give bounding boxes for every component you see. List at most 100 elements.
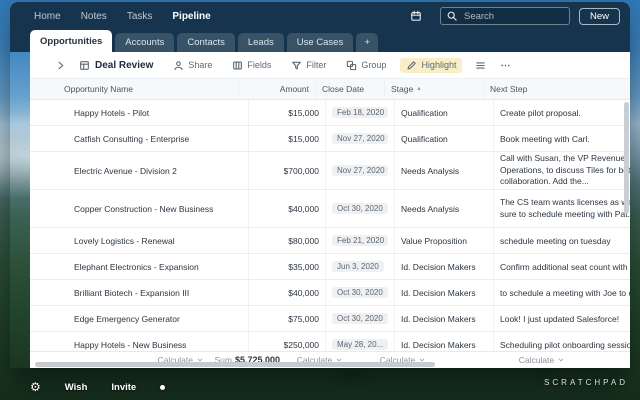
- cell-close-date[interactable]: Feb 18, 2020: [326, 100, 395, 125]
- cell-stage[interactable]: Id. Decision Makers: [395, 306, 494, 331]
- sort-asc-icon: ▲: [416, 86, 421, 92]
- date-badge: May 28, 20...: [332, 339, 388, 350]
- cell-close-date[interactable]: Jun 3, 2020: [326, 254, 395, 279]
- cell-opportunity-name[interactable]: Catfish Consulting - Enterprise: [30, 126, 249, 151]
- cell-opportunity-name[interactable]: Copper Construction - New Business: [30, 190, 249, 227]
- column-header-amount[interactable]: Amount: [239, 79, 316, 99]
- toolbar-buttons: Share Fields Filter Group Highlight: [167, 58, 470, 73]
- tab-accounts[interactable]: Accounts: [115, 33, 174, 52]
- cell-next-step[interactable]: Create pilot proposal.: [494, 100, 630, 125]
- nav-item-notes[interactable]: Notes: [81, 11, 107, 22]
- dots-icon: [500, 60, 511, 71]
- cell-next-step[interactable]: Call with Susan, the VP Revenue Operatio…: [494, 152, 630, 189]
- cell-stage[interactable]: Needs Analysis: [395, 152, 494, 189]
- cell-amount[interactable]: $250,000: [249, 332, 326, 351]
- cell-stage[interactable]: Id. Decision Makers: [395, 254, 494, 279]
- cell-next-step[interactable]: The CS team wants licenses as well. Be s…: [494, 190, 630, 227]
- cell-opportunity-name[interactable]: Edge Emergency Generator: [30, 306, 249, 331]
- calendar-icon: [410, 10, 422, 22]
- cell-next-step[interactable]: to schedule a meeting with Joe to create…: [494, 280, 630, 305]
- cell-amount[interactable]: $80,000: [249, 228, 326, 253]
- vertical-scrollbar[interactable]: [624, 102, 629, 214]
- column-header-next-step[interactable]: Next Step: [484, 79, 630, 99]
- cell-close-date[interactable]: Oct 30, 2020: [326, 190, 395, 227]
- person-icon: [173, 60, 184, 71]
- table-body: Happy Hotels - Pilot $15,000 Feb 18, 202…: [30, 100, 630, 351]
- cell-stage[interactable]: Qualification: [395, 126, 494, 151]
- highlight-button[interactable]: Highlight: [400, 58, 462, 73]
- row-height-button[interactable]: [470, 58, 491, 73]
- cell-close-date[interactable]: Oct 30, 2020: [326, 280, 395, 305]
- cell-next-step[interactable]: Confirm additional seat count with Ellie…: [494, 254, 630, 279]
- search-input[interactable]: [462, 10, 564, 23]
- cell-stage[interactable]: Needs Analysis: [395, 190, 494, 227]
- cell-opportunity-name[interactable]: Happy Hotels - New Business: [30, 332, 249, 351]
- dock-item-wish[interactable]: Wish: [65, 382, 88, 393]
- filter-button[interactable]: Filter: [285, 58, 332, 73]
- group-button[interactable]: Group: [340, 58, 392, 73]
- column-header-close-date[interactable]: Close Date: [316, 79, 385, 99]
- cell-close-date[interactable]: May 28, 20...: [326, 332, 395, 351]
- nav-item-pipeline[interactable]: Pipeline: [172, 11, 210, 22]
- cell-close-date[interactable]: Nov 27, 2020: [326, 126, 395, 151]
- footer-calculate-next[interactable]: Calculate: [452, 352, 630, 368]
- date-badge: Oct 30, 2020: [332, 287, 388, 298]
- calendar-button[interactable]: [405, 8, 427, 24]
- share-button[interactable]: Share: [167, 58, 218, 73]
- dock-item-invite[interactable]: Invite: [111, 382, 136, 393]
- cell-opportunity-name[interactable]: Lovely Logistics - Renewal: [30, 228, 249, 253]
- tab-leads[interactable]: Leads: [238, 33, 284, 52]
- cell-close-date[interactable]: Oct 30, 2020: [326, 306, 395, 331]
- cell-amount[interactable]: $40,000: [249, 190, 326, 227]
- cell-stage[interactable]: Value Proposition: [395, 228, 494, 253]
- cell-amount[interactable]: $35,000: [249, 254, 326, 279]
- date-badge: Oct 30, 2020: [332, 313, 388, 324]
- columns-icon: [232, 60, 243, 71]
- sheet-icon: [79, 60, 90, 71]
- tab-use-cases[interactable]: Use Cases: [287, 33, 353, 52]
- tab-contacts[interactable]: Contacts: [177, 33, 235, 52]
- bottom-dock: ⚙ Wish Invite: [30, 381, 165, 393]
- cell-amount[interactable]: $700,000: [249, 152, 326, 189]
- view-selector[interactable]: Deal Review: [79, 60, 153, 71]
- gear-icon[interactable]: ⚙: [30, 381, 41, 393]
- brand-watermark: SCRATCHPAD: [544, 378, 628, 387]
- cell-opportunity-name[interactable]: Happy Hotels - Pilot: [30, 100, 249, 125]
- toolbar: Deal Review Share Fields Filter Group Hi…: [30, 52, 630, 79]
- cell-amount[interactable]: $15,000: [249, 100, 326, 125]
- cell-stage[interactable]: Id. Decision Makers: [395, 332, 494, 351]
- date-badge: Feb 18, 2020: [332, 107, 388, 118]
- cell-close-date[interactable]: Nov 27, 2020: [326, 152, 395, 189]
- horizontal-scrollbar[interactable]: [35, 362, 435, 367]
- nav-item-home[interactable]: Home: [34, 11, 61, 22]
- cell-stage[interactable]: Qualification: [395, 100, 494, 125]
- cell-amount[interactable]: $40,000: [249, 280, 326, 305]
- cell-next-step[interactable]: Book meeting with Carl.: [494, 126, 630, 151]
- cell-close-date[interactable]: Feb 21, 2020: [326, 228, 395, 253]
- expand-view-button[interactable]: [50, 58, 71, 73]
- cell-next-step[interactable]: Look! I just updated Salesforce!: [494, 306, 630, 331]
- date-badge: Feb 21, 2020: [332, 235, 388, 246]
- cell-opportunity-name[interactable]: Brilliant Biotech - Expansion III: [30, 280, 249, 305]
- cell-opportunity-name[interactable]: Elephant Electronics - Expansion: [30, 254, 249, 279]
- tab-opportunities[interactable]: Opportunities: [30, 30, 112, 52]
- table-row: Lovely Logistics - Renewal $80,000 Feb 2…: [30, 228, 630, 254]
- add-tab-button[interactable]: +: [356, 33, 378, 52]
- fields-button[interactable]: Fields: [226, 58, 277, 73]
- more-options-button[interactable]: [495, 58, 516, 73]
- cell-amount[interactable]: $75,000: [249, 306, 326, 331]
- column-header-opportunity-name[interactable]: Opportunity Name: [30, 79, 239, 99]
- new-button[interactable]: New: [579, 8, 620, 25]
- chevron-right-icon: [55, 60, 66, 71]
- column-header-stage[interactable]: Stage ▲: [385, 79, 484, 99]
- group-icon: [346, 60, 357, 71]
- date-badge: Oct 30, 2020: [332, 203, 388, 214]
- cell-opportunity-name[interactable]: Electric Avenue - Division 2: [30, 152, 249, 189]
- cell-amount[interactable]: $15,000: [249, 126, 326, 151]
- nav-item-tasks[interactable]: Tasks: [127, 11, 153, 22]
- cell-next-step[interactable]: Scheduling pilot onboarding session for …: [494, 332, 630, 351]
- cell-stage[interactable]: Id. Decision Makers: [395, 280, 494, 305]
- view-name: Deal Review: [95, 60, 153, 71]
- cell-next-step[interactable]: schedule meeting on tuesday: [494, 228, 630, 253]
- search-box[interactable]: [440, 7, 570, 25]
